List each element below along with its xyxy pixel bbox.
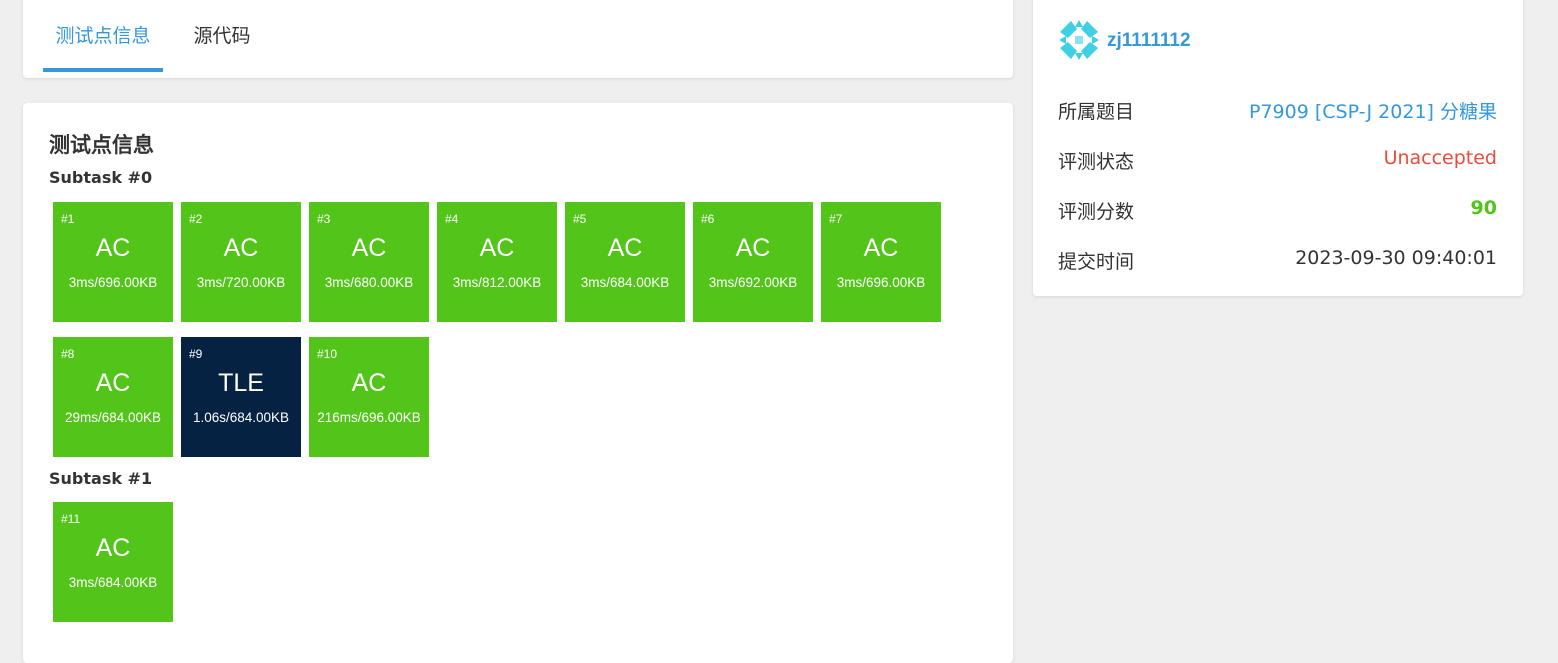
testcase-id: #10 — [317, 347, 338, 361]
submission-info-card: zj1111112 所属题目 P7909 [CSP-J 2021] 分糖果 评测… — [1033, 0, 1523, 296]
tabs-card: 测试点信息 源代码 — [23, 0, 1013, 78]
testcase-status: AC — [95, 369, 131, 397]
testcase-id: #6 — [701, 212, 715, 226]
testcase-1[interactable]: #1 AC 3ms/696.00KB — [53, 202, 173, 322]
testcase-id: #4 — [445, 212, 459, 226]
judge-status: Unaccepted — [1383, 147, 1497, 169]
testcase-status: AC — [223, 234, 259, 262]
submit-time-label: 提交时间 — [1058, 251, 1135, 273]
testcase-time-memory: 3ms/692.00KB — [708, 275, 798, 290]
testcase-time-memory: 216ms/696.00KB — [317, 410, 421, 425]
testcase-status: AC — [607, 234, 643, 262]
testcase-id: #3 — [317, 212, 331, 226]
testcase-status: AC — [95, 534, 131, 562]
testcase-status: AC — [95, 234, 131, 262]
testcase-id: #5 — [573, 212, 587, 226]
testcase-time-memory: 3ms/684.00KB — [580, 275, 670, 290]
testcase-8[interactable]: #8 AC 29ms/684.00KB — [53, 337, 173, 457]
judge-score: 90 — [1470, 197, 1497, 219]
testcase-time-memory: 3ms/720.00KB — [196, 275, 286, 290]
username-link[interactable]: zj1111112 — [1107, 30, 1191, 52]
testcase-time-memory: 3ms/696.00KB — [836, 275, 926, 290]
testcase-id: #1 — [61, 212, 75, 226]
section-title: 测试点信息 — [49, 133, 154, 157]
submit-time: 2023-09-30 09:40:01 — [1295, 247, 1497, 269]
testcase-time-memory: 1.06s/684.00KB — [192, 410, 290, 425]
subtask-title-0: Subtask #0 — [49, 168, 153, 187]
testcase-time-memory: 29ms/684.00KB — [64, 410, 162, 425]
testcase-7[interactable]: #7 AC 3ms/696.00KB — [821, 202, 941, 322]
testcase-time-memory: 3ms/684.00KB — [68, 575, 158, 590]
testcase-id: #11 — [61, 512, 81, 526]
testcase-status: TLE — [218, 369, 264, 397]
testcase-6[interactable]: #6 AC 3ms/692.00KB — [693, 202, 813, 322]
testcase-10[interactable]: #10 AC 216ms/696.00KB — [309, 337, 429, 457]
testcase-11[interactable]: #11 AC 3ms/684.00KB — [53, 502, 173, 622]
testcase-status: AC — [863, 234, 899, 262]
score-label: 评测分数 — [1058, 201, 1135, 223]
subtask-title-1: Subtask #1 — [49, 469, 153, 488]
testcase-id: #8 — [61, 347, 75, 361]
testcase-9[interactable]: #9 TLE 1.06s/684.00KB — [181, 337, 301, 457]
testcase-status: AC — [479, 234, 515, 262]
testcase-time-memory: 3ms/812.00KB — [452, 275, 542, 290]
testcase-5[interactable]: #5 AC 3ms/684.00KB — [565, 202, 685, 322]
status-label: 评测状态 — [1058, 151, 1135, 173]
identicon-avatar-icon[interactable] — [1058, 19, 1100, 61]
tab-source-code[interactable]: 源代码 — [182, 0, 262, 72]
testcase-time-memory: 3ms/680.00KB — [324, 275, 414, 290]
testcase-id: #7 — [829, 212, 843, 226]
testcase-status: AC — [351, 369, 387, 397]
testcase-4[interactable]: #4 AC 3ms/812.00KB — [437, 202, 557, 322]
testcase-card: 测试点信息 Subtask #0 #1 AC 3ms/696.00KB #2 A… — [23, 103, 1013, 663]
testcase-status: AC — [351, 234, 387, 262]
testcase-2[interactable]: #2 AC 3ms/720.00KB — [181, 202, 301, 322]
problem-label: 所属题目 — [1058, 101, 1135, 123]
testcase-3[interactable]: #3 AC 3ms/680.00KB — [309, 202, 429, 322]
testcase-id: #2 — [189, 212, 203, 226]
tab-testcase-info[interactable]: 测试点信息 — [43, 0, 163, 72]
problem-link[interactable]: P7909 [CSP-J 2021] 分糖果 — [1249, 97, 1497, 124]
testcase-status: AC — [735, 234, 771, 262]
testcase-time-memory: 3ms/696.00KB — [68, 275, 158, 290]
testcase-id: #9 — [189, 347, 203, 361]
